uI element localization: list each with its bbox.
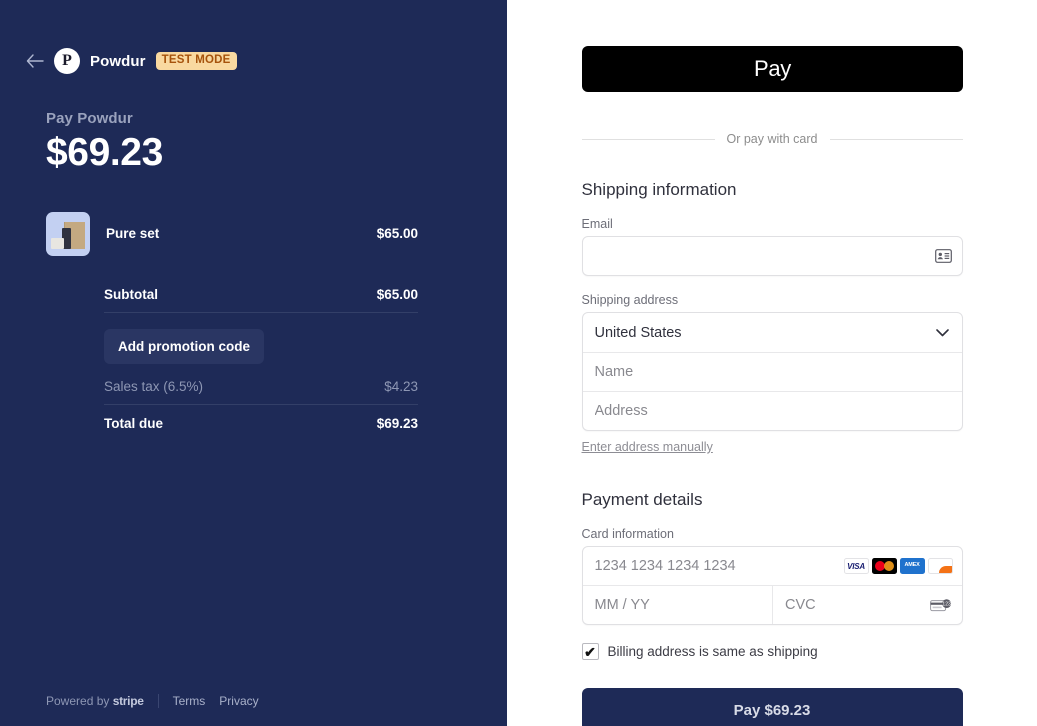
totals-block: Subtotal $65.00 Add promotion code Sales… [104,278,418,443]
shipping-information-title: Shipping information [581,180,737,199]
pay-amount: $69.23 [46,131,163,174]
expiry-input[interactable] [582,586,772,624]
apple-pay-label: Pay [753,56,791,81]
summary-footer: Powered by stripe Terms Privacy [46,694,259,708]
checkout-page: P Powdur TEST MODE Pay Powdur $69.23 Pur… [0,0,1037,726]
country-select[interactable]: United States [583,313,962,352]
shipping-address-group: United States [581,312,963,431]
country-select-value: United States [594,324,682,341]
submit-payment-button[interactable]: Pay $69.23 [581,688,963,726]
subtotal-value: $65.00 [376,287,418,303]
merchant-logo: P [54,48,80,74]
or-pay-with-card-divider: Or pay with card [581,132,963,146]
total-due-value: $69.23 [376,416,418,432]
terms-link[interactable]: Terms [173,694,206,708]
card-information-group: VISA AMEX [581,546,963,625]
sales-tax-label: Sales tax (6.5%) [104,379,204,395]
merchant-header: P Powdur TEST MODE [0,46,507,76]
chevron-down-icon [936,326,950,340]
privacy-link[interactable]: Privacy [219,694,258,708]
enter-address-manually-link[interactable]: Enter address manually [582,440,713,454]
svg-text:123: 123 [942,601,951,607]
back-arrow-icon[interactable] [26,52,44,70]
email-field-shell [581,236,963,276]
address-input[interactable] [582,392,962,430]
divider-line [829,138,963,140]
product-thumbnail-icon [46,211,90,256]
mastercard-icon [871,558,897,574]
contact-card-icon[interactable] [934,249,962,263]
card-brand-icons: VISA AMEX [843,558,962,574]
total-due-row: Total due $69.23 [104,405,418,443]
expiry-cell [582,586,772,624]
line-item-price: $65.00 [376,226,418,242]
billing-same-checkbox[interactable]: ✔ [581,643,599,660]
payment-details-title: Payment details [581,490,703,509]
amex-icon: AMEX [899,558,925,574]
sales-tax-value: $4.23 [384,379,418,395]
name-input[interactable] [582,353,962,391]
expiry-cvc-row: 123 [582,585,962,624]
subtotal-label: Subtotal [104,287,158,303]
card-number-input[interactable] [582,547,844,585]
merchant-name: Powdur [90,52,146,70]
test-mode-badge: TEST MODE [155,52,237,70]
cvc-cell: 123 [772,586,962,624]
line-items: Pure set $65.00 [46,211,418,256]
line-item: Pure set $65.00 [46,211,418,256]
line-item-name: Pure set [106,226,160,242]
or-pay-with-card-label: Or pay with card [726,132,818,146]
subtotal-row: Subtotal $65.00 [104,278,418,312]
billing-same-label: Billing address is same as shipping [607,644,818,659]
email-input[interactable] [582,237,935,275]
pay-merchant-label: Pay Powdur [46,110,133,127]
add-promotion-code-button[interactable]: Add promotion code [104,328,264,364]
apple-pay-button[interactable]: Pay [581,46,963,92]
shipping-address-label: Shipping address [581,293,679,307]
sales-tax-row: Sales tax (6.5%) $4.23 [104,370,418,404]
card-number-row: VISA AMEX [582,547,962,585]
cvc-card-icon: 123 [929,598,962,613]
order-summary-panel: P Powdur TEST MODE Pay Powdur $69.23 Pur… [0,0,507,726]
powered-by-stripe: Powered by stripe [46,694,144,708]
billing-same-as-shipping-row: ✔ Billing address is same as shipping [581,643,963,660]
address-field-row [582,391,962,430]
total-due-label: Total due [104,416,163,432]
payment-form-panel: Pay Or pay with card Shipping informatio… [507,0,1037,726]
checkmark-icon: ✔ [584,643,596,660]
email-label: Email [581,217,613,231]
discover-icon [927,558,953,574]
visa-icon: VISA [843,558,869,574]
card-information-label: Card information [581,527,674,541]
cvc-input[interactable] [773,586,930,624]
name-field-row [582,352,962,391]
footer-divider [157,694,159,708]
divider-line [581,138,715,140]
